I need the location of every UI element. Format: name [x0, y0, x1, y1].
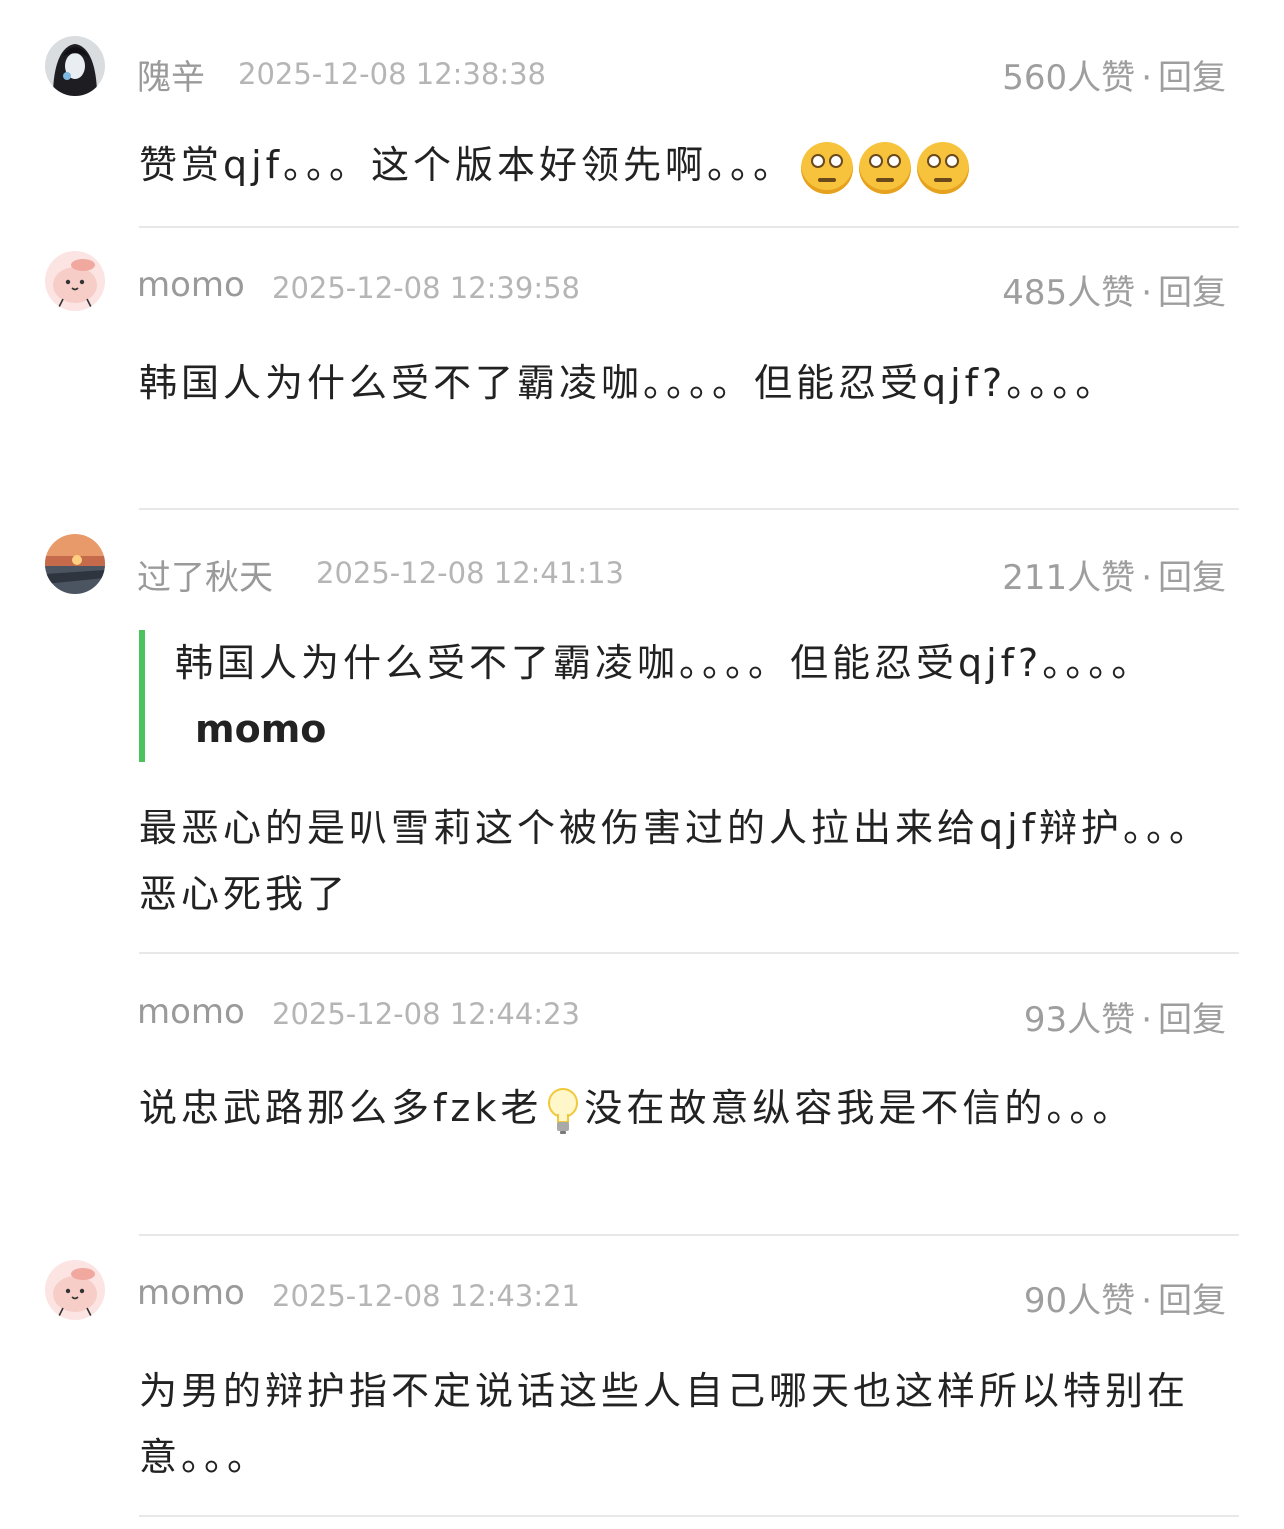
username[interactable]: momo — [137, 265, 245, 305]
eye-roll-emoji-icon — [859, 141, 912, 194]
like-count[interactable]: 211人赞 — [1002, 558, 1135, 598]
comment-text-content: 没在故意纵容我是不信的。。。 — [584, 1086, 1135, 1130]
timestamp: 2025-12-08 12:44:23 — [272, 997, 580, 1031]
divider — [139, 226, 1239, 228]
timestamp: 2025-12-08 12:39:58 — [272, 271, 580, 305]
comment-text-content: 为男的辩护指不定说话这些人自己哪天也这样所以特别在意。。。 — [139, 1369, 1190, 1479]
avatar[interactable] — [45, 251, 105, 311]
quoted-reply[interactable]: 韩国人为什么受不了霸凌咖。。。。但能忍受qjf?。。。。 momo — [139, 630, 1239, 762]
divider — [139, 1515, 1239, 1517]
timestamp: 2025-12-08 12:41:13 — [316, 556, 624, 590]
comment-text-content: 最恶心的是叭雪莉这个被伤害过的人拉出来给qjf辩护。。。恶心死我了 — [139, 806, 1212, 916]
like-count[interactable]: 485人赞 — [1002, 273, 1135, 313]
separator-dot: · — [1141, 58, 1152, 98]
divider — [139, 952, 1239, 954]
avatar[interactable] — [45, 36, 105, 96]
username[interactable]: 隗辛 — [137, 50, 205, 99]
like-count[interactable]: 90人赞 — [1024, 1281, 1135, 1321]
like-count[interactable]: 560人赞 — [1002, 58, 1135, 98]
reply-button[interactable]: 回复 — [1158, 1281, 1226, 1321]
eye-roll-emoji-icon — [917, 141, 970, 194]
comment-actions: 93人赞 · 回复 — [1024, 992, 1226, 1041]
reply-button[interactable]: 回复 — [1158, 1000, 1226, 1040]
quoted-text: 韩国人为什么受不了霸凌咖。。。。但能忍受qjf?。。。。 — [175, 641, 1154, 685]
comment-actions: 90人赞 · 回复 — [1024, 1273, 1226, 1322]
separator-dot: · — [1141, 273, 1152, 313]
comment-text-content: 赞赏qjf。。。这个版本好领先啊。。。 — [139, 143, 796, 187]
comment-text: 韩国人为什么受不了霸凌咖。。。。但能忍受qjf?。。。。 — [139, 350, 1239, 416]
timestamp: 2025-12-08 12:38:38 — [238, 57, 546, 91]
comment-text-content: 韩国人为什么受不了霸凌咖。。。。但能忍受qjf?。。。。 — [139, 361, 1118, 405]
timestamp: 2025-12-08 12:43:21 — [272, 1279, 580, 1313]
comment-text-content: 说忠武路那么多fzk老 — [139, 1086, 543, 1130]
comment-text: 说忠武路那么多fzk老 没在故意纵容我是不信的。。。 — [139, 1075, 1239, 1141]
divider — [139, 508, 1239, 510]
username[interactable]: momo — [137, 992, 245, 1032]
like-count[interactable]: 93人赞 — [1024, 1000, 1135, 1040]
comment-text: 赞赏qjf。。。这个版本好领先啊。。。 — [139, 132, 1239, 198]
reply-button[interactable]: 回复 — [1158, 58, 1226, 98]
separator-dot: · — [1141, 558, 1152, 598]
comment-text: 最恶心的是叭雪莉这个被伤害过的人拉出来给qjf辩护。。。恶心死我了 — [139, 795, 1239, 927]
light-bulb-emoji-icon — [548, 1087, 579, 1134]
comment-actions: 211人赞 · 回复 — [1002, 550, 1226, 599]
comment-actions: 485人赞 · 回复 — [1002, 265, 1226, 314]
avatar[interactable] — [45, 534, 105, 594]
reply-button[interactable]: 回复 — [1158, 273, 1226, 313]
comment-text: 为男的辩护指不定说话这些人自己哪天也这样所以特别在意。。。 — [139, 1358, 1239, 1490]
separator-dot: · — [1141, 1000, 1152, 1040]
reply-button[interactable]: 回复 — [1158, 558, 1226, 598]
username[interactable]: momo — [137, 1273, 245, 1313]
quoted-username[interactable]: momo — [195, 707, 326, 751]
divider — [139, 1234, 1239, 1236]
separator-dot: · — [1141, 1281, 1152, 1321]
username[interactable]: 过了秋天 — [137, 550, 273, 599]
avatar[interactable] — [45, 1260, 105, 1320]
comment-actions: 560人赞 · 回复 — [1002, 50, 1226, 99]
eye-roll-emoji-icon — [801, 141, 854, 194]
